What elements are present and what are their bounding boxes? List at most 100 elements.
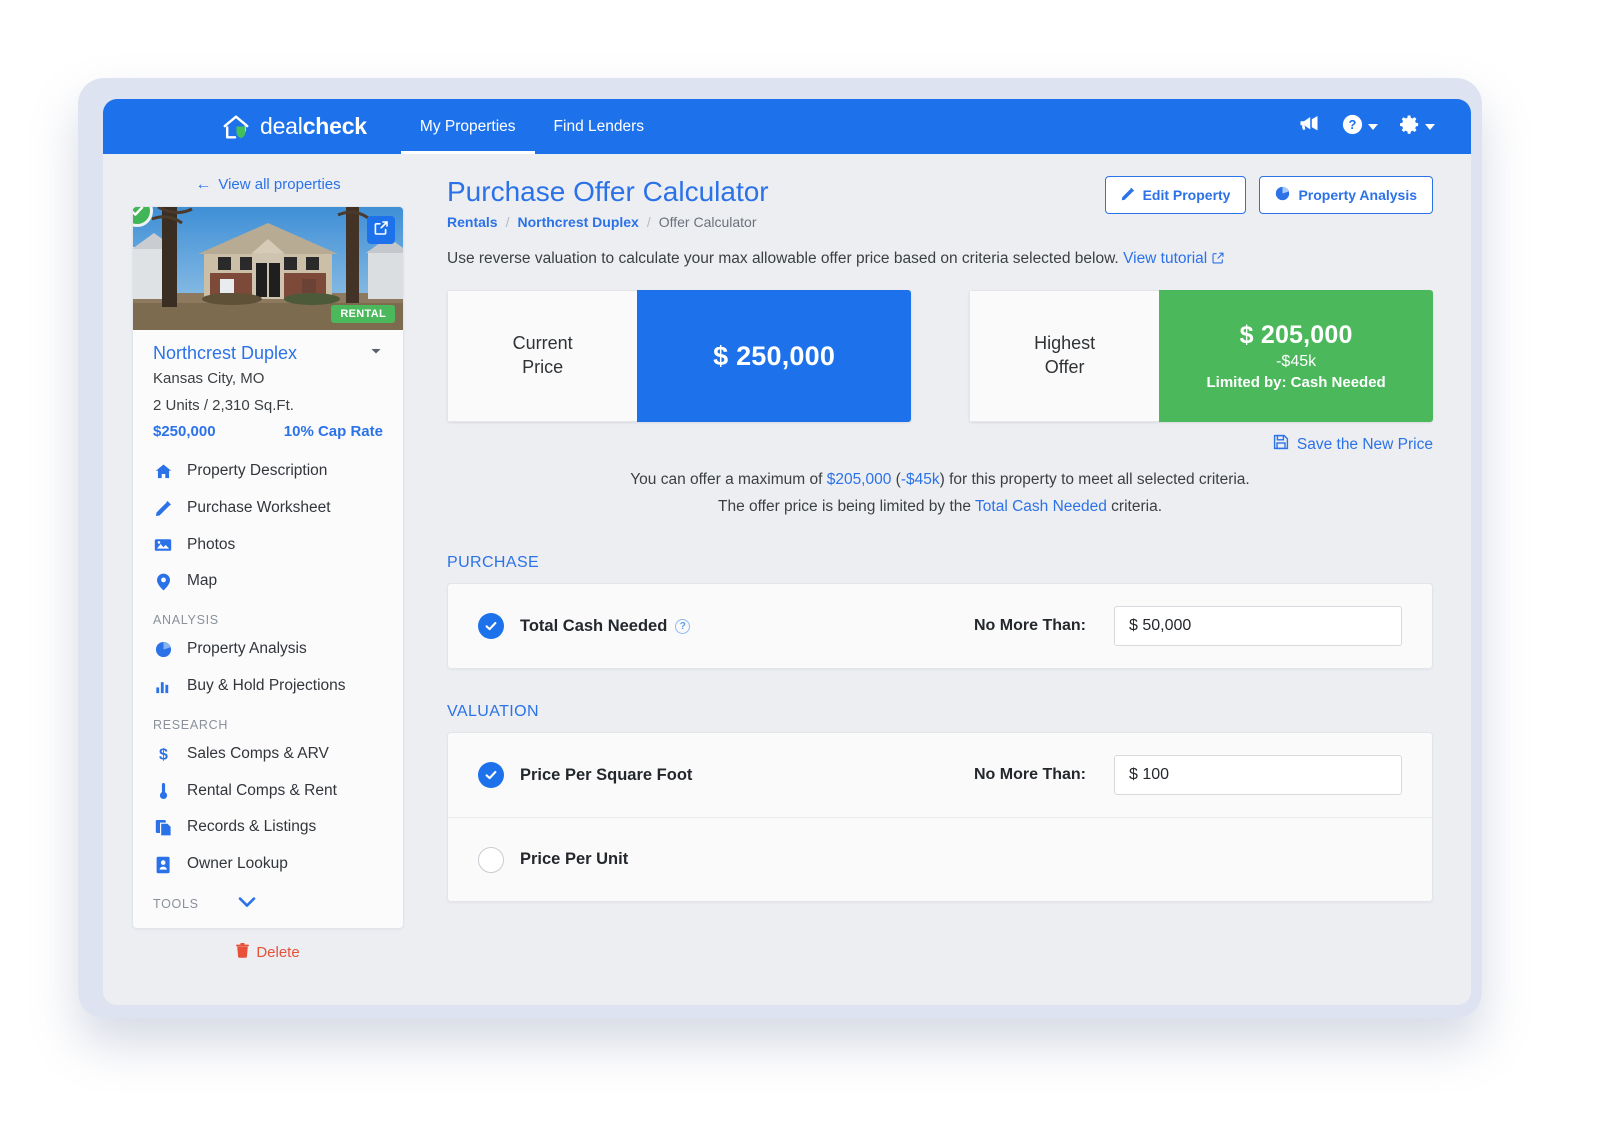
sidebar-heading-research: RESEARCH — [153, 717, 229, 732]
pie-chart-icon — [1275, 186, 1290, 204]
summary-limiting-criteria: Total Cash Needed — [975, 497, 1107, 515]
intro-text-body: Use reverse valuation to calculate your … — [447, 250, 1119, 267]
highest-offer-card: Highest Offer $ 205,000 -$45k Limited by… — [969, 290, 1433, 422]
brand-text-bold: check — [302, 113, 367, 139]
breadcrumb-current: Offer Calculator — [658, 214, 757, 230]
sidebar-item-purchase-worksheet[interactable]: Purchase Worksheet — [133, 490, 403, 527]
property-info: Northcrest Duplex Kansas City, MO 2 Unit… — [133, 330, 403, 449]
sidebar-item-property-analysis[interactable]: Property Analysis — [133, 631, 403, 668]
help-menu-button[interactable]: ? — [1341, 113, 1378, 141]
megaphone-button[interactable] — [1297, 112, 1321, 141]
sidebar-item-buy-hold-projections[interactable]: Buy & Hold Projections — [133, 668, 403, 705]
page-header-actions: Edit Property Property Analysis — [1104, 176, 1433, 214]
chevron-down-icon[interactable] — [237, 895, 257, 914]
save-new-price-button[interactable]: Save the New Price — [1273, 434, 1433, 455]
criteria-label-total-cash-needed: Total Cash Needed — [520, 616, 668, 635]
sidebar-item-label: Buy & Hold Projections — [187, 676, 346, 694]
property-card: RENTAL Northcrest Duplex Kansas City, MO… — [132, 206, 404, 929]
highest-offer-value-box: $ 205,000 -$45k Limited by: Cash Needed — [1159, 290, 1433, 422]
summary-delta: -$45k — [900, 471, 940, 488]
breadcrumb-separator: / — [505, 214, 510, 230]
summary-1a: You can offer a maximum of — [630, 471, 827, 488]
settings-menu-button[interactable] — [1398, 113, 1435, 141]
main-content: Purchase Offer Calculator Rentals / Nort… — [433, 154, 1471, 1005]
current-price-value-box: $ 250,000 — [637, 290, 911, 422]
criteria-label-price-per-unit: Price Per Unit — [520, 850, 629, 869]
criteria-toggle-price-per-square-foot[interactable] — [478, 762, 504, 789]
page-header-left: Purchase Offer Calculator Rentals / Nort… — [447, 176, 769, 230]
view-tutorial-link[interactable]: View tutorial — [1123, 250, 1224, 267]
sidebar-item-rental-comps-rent[interactable]: Rental Comps & Rent — [133, 773, 403, 810]
criteria-label-price-per-square-foot: Price Per Square Foot — [520, 765, 693, 784]
sidebar-heading-analysis: ANALYSIS — [153, 613, 219, 628]
brand-text-light: deal — [260, 113, 303, 139]
map-pin-icon — [153, 573, 173, 591]
breadcrumb-property[interactable]: Northcrest Duplex — [517, 214, 638, 230]
criteria-row-price-per-unit: Price Per Unit — [448, 817, 1432, 901]
rental-status-badge: RENTAL — [331, 305, 395, 323]
sidebar-item-label: Owner Lookup — [187, 855, 288, 873]
sidebar-item-label: Property Analysis — [187, 640, 307, 658]
highest-offer-label-line2: Offer — [1044, 357, 1085, 377]
property-dropdown-toggle[interactable] — [369, 344, 383, 363]
summary-line-1: You can offer a maximum of $205,000 (-$4… — [447, 467, 1433, 494]
arrow-left-icon: ← — [195, 175, 212, 193]
thermometer-icon — [153, 782, 173, 800]
edit-property-label: Edit Property — [1142, 187, 1231, 203]
sidebar-item-map[interactable]: Map — [133, 563, 403, 600]
nav-item-my-properties[interactable]: My Properties — [400, 99, 535, 154]
current-price-card: Current Price $ 250,000 — [447, 290, 911, 422]
top-navigation-bar: dealcheck My Properties Find Lenders ? — [103, 99, 1471, 154]
delete-property-button[interactable]: Delete — [132, 942, 404, 962]
summary-2b: criteria. — [1106, 497, 1162, 515]
property-analysis-button[interactable]: Property Analysis — [1259, 176, 1433, 214]
property-photo[interactable]: RENTAL — [133, 207, 403, 330]
breadcrumb-rentals[interactable]: Rentals — [447, 214, 498, 230]
property-title-row: Northcrest Duplex — [153, 343, 383, 364]
sidebar-item-label: Photos — [187, 535, 236, 553]
view-tutorial-label: View tutorial — [1123, 250, 1208, 267]
chevron-down-icon — [1425, 123, 1435, 130]
criteria-value-input-total-cash-needed[interactable] — [1114, 606, 1402, 647]
sidebar-item-photos[interactable]: Photos — [133, 527, 403, 564]
sidebar-tools-section[interactable]: TOOLS — [133, 883, 403, 926]
app-window: dealcheck My Properties Find Lenders ? ←… — [103, 99, 1471, 1005]
edit-property-button[interactable]: Edit Property — [1104, 176, 1247, 214]
page-title: Purchase Offer Calculator — [447, 176, 769, 207]
sidebar-item-label: Property Description — [187, 462, 328, 479]
property-name[interactable]: Northcrest Duplex — [153, 343, 297, 364]
sidebar-item-label: Map — [187, 572, 218, 590]
screen: dealcheck My Properties Find Lenders ? ←… — [0, 0, 1600, 1131]
section-heading-purchase: PURCHASE — [447, 554, 540, 572]
share-button[interactable] — [367, 216, 395, 244]
nav-item-find-lenders[interactable]: Find Lenders — [535, 99, 663, 154]
criteria-condition-label: No More Than: — [974, 766, 1086, 784]
summary-1c: ) for this property to meet all selected… — [939, 471, 1250, 488]
sidebar-menu: Property Description Purchase Worksheet — [133, 449, 403, 928]
save-new-price-label: Save the New Price — [1296, 435, 1433, 453]
view-all-properties-link[interactable]: ← View all properties — [195, 176, 340, 193]
help-tooltip-icon[interactable]: ? — [675, 618, 691, 634]
current-price-amount: $ 250,000 — [713, 340, 836, 371]
sidebar-item-property-description[interactable]: Property Description — [133, 453, 403, 490]
purchase-criteria-panel: Total Cash Needed ? No More Than: — [447, 583, 1433, 670]
nav-links: My Properties Find Lenders — [400, 99, 663, 154]
brand-logo[interactable]: dealcheck — [103, 99, 401, 154]
sidebar-item-sales-comps-arv[interactable]: $ Sales Comps & ARV — [133, 736, 403, 773]
criteria-toggle-price-per-unit[interactable] — [478, 846, 504, 873]
property-stats: $250,000 10% Cap Rate — [153, 423, 383, 440]
criteria-toggle-total-cash-needed[interactable] — [478, 613, 504, 640]
sidebar-item-records-listings[interactable]: Records & Listings — [133, 809, 403, 846]
brand-wordmark: dealcheck — [260, 113, 367, 140]
external-link-icon — [1212, 252, 1224, 264]
help-circle-icon: ? — [1341, 113, 1364, 141]
property-analysis-label: Property Analysis — [1298, 187, 1417, 203]
breadcrumb: Rentals / Northcrest Duplex / Offer Calc… — [447, 214, 769, 230]
criteria-value-input-price-per-square-foot[interactable] — [1114, 755, 1402, 796]
photo-icon — [153, 536, 173, 554]
sidebar-item-owner-lookup[interactable]: Owner Lookup — [133, 846, 403, 883]
pencil-icon — [153, 500, 173, 517]
pie-chart-icon — [153, 641, 173, 658]
breadcrumb-separator: / — [646, 214, 651, 230]
trash-icon — [236, 942, 250, 962]
